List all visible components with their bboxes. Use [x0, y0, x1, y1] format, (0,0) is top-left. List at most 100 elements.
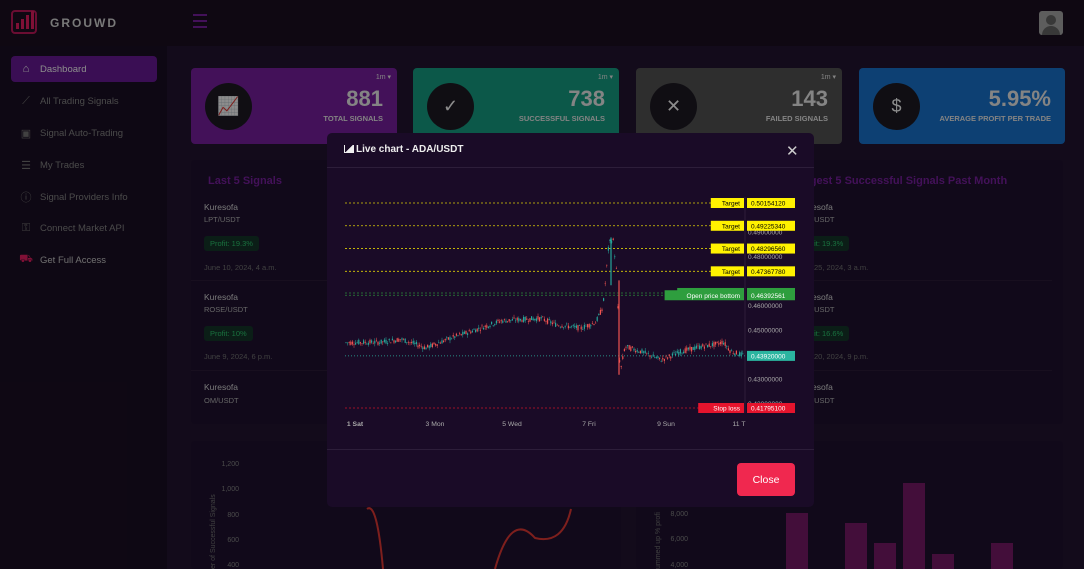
candle-body [481, 325, 483, 327]
area-chart-icon [344, 145, 354, 153]
candle-body [678, 351, 680, 356]
candle-body [399, 339, 401, 341]
candle-body [699, 345, 701, 350]
candle-body [655, 357, 657, 359]
candle-body [420, 346, 422, 347]
candle-body [551, 322, 553, 325]
candle-body [607, 247, 609, 251]
candle-body [359, 342, 361, 344]
candle-body [390, 342, 392, 344]
candle-body [409, 342, 411, 343]
candle-body [540, 317, 542, 319]
candle-body [582, 328, 584, 330]
candle-body [412, 340, 414, 344]
candle-body [524, 316, 526, 321]
candle-body [695, 345, 697, 349]
candle-body [595, 322, 597, 324]
candle-body [633, 348, 635, 351]
candle-body [521, 320, 523, 322]
candle-body [542, 316, 544, 318]
candle-body [531, 316, 533, 321]
candle-body [742, 353, 744, 355]
candle-body [614, 256, 616, 258]
candle-body [723, 343, 725, 345]
time-axis-label: 7 Fri [582, 421, 596, 428]
candle-body [382, 341, 384, 343]
candle-body [644, 350, 646, 354]
candle-body [505, 320, 507, 323]
candle-body [372, 343, 374, 345]
price-axis-label: 0.45000000 [748, 327, 783, 334]
candle-body [371, 340, 373, 343]
candle-body [683, 351, 685, 354]
candle-body [478, 327, 480, 329]
candle-body [503, 319, 505, 320]
candle-body [403, 338, 405, 340]
candle-body [417, 345, 419, 348]
candle-body [692, 347, 694, 350]
candle-body [473, 329, 475, 331]
candle-body [547, 318, 549, 324]
candle-body [396, 338, 398, 342]
level-tag-label: Target [722, 201, 740, 208]
close-button[interactable]: Close [737, 463, 795, 496]
candle-body [659, 357, 661, 359]
candle-body [500, 320, 502, 322]
candle-body [495, 320, 497, 324]
candle-body [567, 325, 569, 329]
candle-body [660, 361, 662, 362]
candle-body [694, 346, 696, 350]
candle-body [356, 342, 358, 343]
candle-body [668, 354, 670, 356]
time-axis-label: 3 Mon [426, 421, 445, 428]
candle-body [550, 321, 552, 324]
candle-body [433, 342, 435, 345]
candle-body [647, 353, 649, 355]
candle-body [454, 336, 456, 338]
candle-body [715, 341, 717, 345]
level-tag-label: Stop loss [713, 406, 740, 413]
close-icon[interactable]: ✕ [786, 142, 799, 160]
candle-body [667, 357, 669, 359]
candle-body [398, 338, 400, 342]
live-chart-modal: Live chart - ADA/USDT ✕ 0.49000000 0.4800… [327, 133, 814, 507]
candle-body [452, 334, 454, 337]
candle-body [729, 350, 731, 353]
candle-body [679, 349, 681, 354]
candle-body [439, 342, 441, 344]
candle-body [556, 324, 558, 326]
candle-body [385, 339, 387, 344]
level-price-label: 0.49225340 [751, 223, 786, 230]
candle-body [483, 327, 485, 330]
candle-body [395, 340, 397, 343]
candle-body [374, 340, 376, 344]
candle-body [734, 353, 736, 356]
candle-body [657, 356, 659, 358]
candle-body [443, 340, 445, 343]
candle-body [534, 318, 536, 321]
candle-body [731, 350, 733, 352]
candle-body [492, 325, 494, 327]
live-price-chart[interactable]: 0.490000000.480000000.460000000.45000000… [341, 177, 796, 453]
candle-body [497, 319, 499, 321]
candle-body [718, 343, 720, 345]
candle-body [462, 331, 464, 335]
candle-body [580, 326, 582, 330]
candle-body [627, 345, 629, 347]
candle-body [499, 321, 501, 323]
candle-body [700, 346, 702, 349]
candle-body [583, 324, 585, 329]
candle-body [350, 341, 352, 345]
time-axis-label: 11 T [733, 421, 746, 428]
level-price-label: 0.50154120 [751, 201, 786, 208]
candle-body [606, 264, 608, 266]
candle-body [375, 339, 377, 341]
candle-body [630, 346, 632, 351]
candle-body [587, 324, 589, 328]
candle-body [691, 346, 693, 352]
candle-body [635, 351, 637, 353]
candle-body [383, 339, 385, 342]
candle-body [620, 365, 622, 367]
candle-body [603, 298, 605, 301]
candle-body [577, 325, 579, 331]
